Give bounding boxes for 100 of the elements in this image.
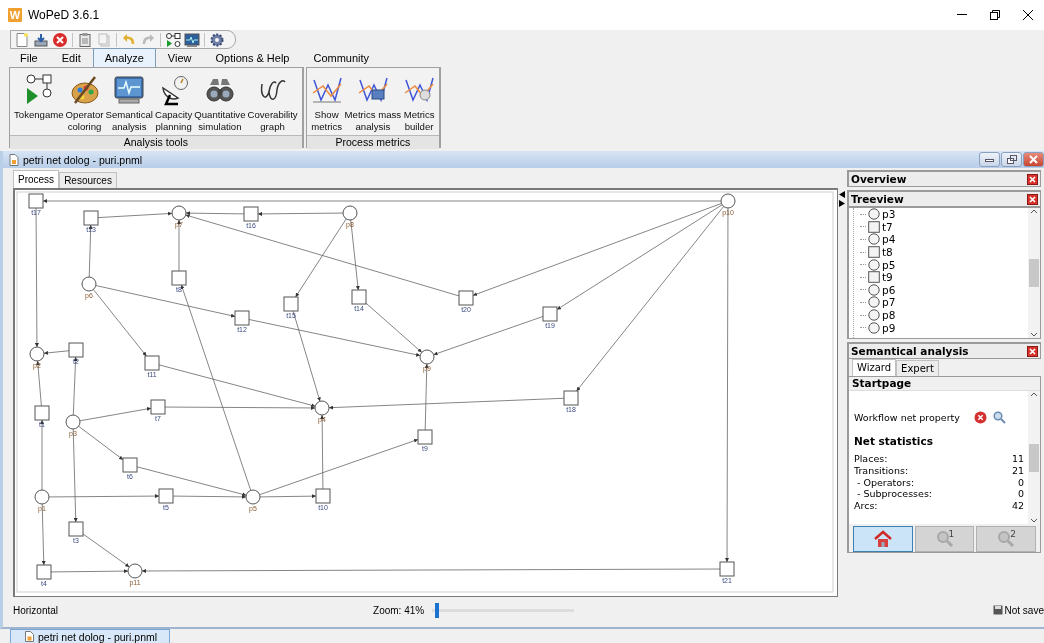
ribbon-button[interactable]: Operator coloring	[64, 72, 105, 135]
ribbon-button[interactable]: Coverability graph	[246, 72, 299, 135]
menu-tab[interactable]: Edit	[49, 48, 93, 67]
transition-node[interactable]	[719, 561, 735, 577]
place-node[interactable]	[720, 193, 736, 209]
monitor-icon[interactable]	[184, 31, 200, 48]
tokengame-icon[interactable]	[165, 31, 181, 48]
stat-value: 0	[1017, 488, 1024, 501]
transition-node[interactable]	[144, 355, 160, 371]
place-node[interactable]	[29, 346, 45, 362]
tree-item[interactable]: p8	[882, 309, 896, 322]
transition-node[interactable]	[36, 564, 52, 580]
scroll-down-icon[interactable]	[1030, 332, 1038, 338]
save-status: Not save	[1004, 604, 1044, 616]
close-icon[interactable]	[1027, 345, 1038, 357]
close-icon[interactable]	[1027, 193, 1038, 205]
nav-button[interactable]	[853, 526, 913, 552]
panel-title: Treeview	[851, 193, 904, 205]
collapse-arrows-icon[interactable]	[839, 191, 845, 207]
close-icon[interactable]	[1027, 173, 1038, 185]
ribbon-button[interactable]: Quantitative simulation	[193, 72, 247, 135]
clipboard-icon[interactable]	[77, 31, 93, 48]
file-icon	[9, 153, 19, 166]
transition-node[interactable]	[563, 390, 579, 406]
transition-node[interactable]	[315, 488, 331, 504]
import-icon[interactable]	[33, 31, 49, 48]
scroll-down-icon[interactable]	[1030, 518, 1038, 524]
tree-item[interactable]: t7	[882, 220, 893, 233]
place-node[interactable]	[342, 205, 358, 221]
place-icon	[868, 258, 880, 271]
editor-tab[interactable]: Resources	[59, 172, 117, 188]
place-node[interactable]	[419, 349, 435, 365]
transition-icon	[868, 220, 880, 233]
place-node[interactable]	[314, 400, 330, 416]
transition-node[interactable]	[243, 206, 259, 222]
transition-node[interactable]	[122, 457, 138, 473]
place-icon	[868, 296, 880, 309]
place-node[interactable]	[81, 276, 97, 292]
transition-node[interactable]	[34, 405, 50, 421]
ribbon-button[interactable]: Semantical analysis	[104, 72, 154, 135]
transition-node[interactable]	[68, 342, 84, 358]
tree-item[interactable]: p7	[882, 296, 896, 309]
restore-icon[interactable]	[988, 9, 1001, 21]
transition-node[interactable]	[234, 310, 250, 326]
slider-thumb[interactable]	[434, 602, 439, 618]
menu-tab[interactable]: Community	[301, 48, 382, 67]
transition-node[interactable]	[150, 399, 166, 415]
transition-node[interactable]	[28, 193, 44, 209]
menu-tab[interactable]: Analyze	[92, 48, 156, 67]
transition-node[interactable]	[542, 306, 558, 322]
scrollbar[interactable]	[1028, 208, 1040, 338]
menu-tab[interactable]: File	[8, 48, 50, 67]
search-icon[interactable]	[993, 411, 1006, 424]
scroll-up-icon[interactable]	[1030, 208, 1038, 214]
minimize-button[interactable]	[979, 152, 1000, 167]
settings-icon[interactable]	[209, 31, 225, 48]
tree-item[interactable]: t8	[882, 246, 893, 259]
tree-item[interactable]: p4	[882, 233, 896, 246]
transition-node[interactable]	[68, 521, 84, 537]
tree-item[interactable]: p5	[882, 258, 896, 271]
restore-button[interactable]	[1001, 152, 1022, 167]
place-node[interactable]	[65, 414, 81, 430]
menu-tab[interactable]: Options & Help	[203, 48, 302, 67]
ribbon-button[interactable]: Metrics builder	[402, 72, 437, 135]
transition-node[interactable]	[417, 429, 433, 445]
editor-tab[interactable]: Process	[13, 170, 60, 188]
ribbon-button[interactable]: Tokengame	[13, 72, 65, 123]
scroll-up-icon[interactable]	[1030, 391, 1038, 397]
ribbon-button[interactable]: Metrics mass analysis	[343, 72, 403, 135]
panel-tab[interactable]: Expert	[896, 360, 939, 376]
stat-value: 21	[1011, 464, 1024, 477]
tree-item[interactable]: p9	[882, 321, 896, 334]
place-node[interactable]	[127, 563, 143, 579]
transition-icon	[868, 271, 880, 284]
transition-node[interactable]	[458, 290, 474, 306]
tree-item[interactable]: p3	[882, 208, 896, 221]
transition-node[interactable]	[351, 289, 367, 305]
ribbon-button[interactable]: Capacity planning	[153, 72, 194, 135]
panel-tab[interactable]: Wizard	[852, 359, 897, 376]
scrollbar-thumb[interactable]	[1029, 259, 1039, 287]
stat-label: - Subprocesses:	[856, 488, 933, 501]
scrollbar-thumb[interactable]	[1029, 443, 1039, 472]
menu-tab[interactable]: View	[155, 48, 204, 67]
close-button[interactable]	[1023, 152, 1044, 167]
place-icon	[868, 283, 880, 296]
tree-item[interactable]: t9	[882, 271, 893, 284]
transition-node[interactable]	[83, 210, 99, 226]
ribbon-button[interactable]: Show metrics	[309, 72, 344, 135]
scrollbar[interactable]	[1028, 391, 1040, 524]
new-file-icon[interactable]	[14, 31, 30, 48]
window-title: WoPeD 3.6.1	[28, 8, 100, 22]
place-node[interactable]	[245, 489, 261, 505]
transition-node[interactable]	[158, 488, 174, 504]
transition-node[interactable]	[283, 296, 299, 312]
place-node[interactable]	[34, 489, 50, 505]
tree-item[interactable]: p6	[882, 283, 896, 296]
place-node[interactable]	[171, 205, 187, 221]
close-icon[interactable]	[1021, 9, 1034, 21]
taskbar-tab[interactable]: petri net dolog - puri.pnml	[10, 629, 171, 643]
transition-node[interactable]	[171, 270, 187, 286]
